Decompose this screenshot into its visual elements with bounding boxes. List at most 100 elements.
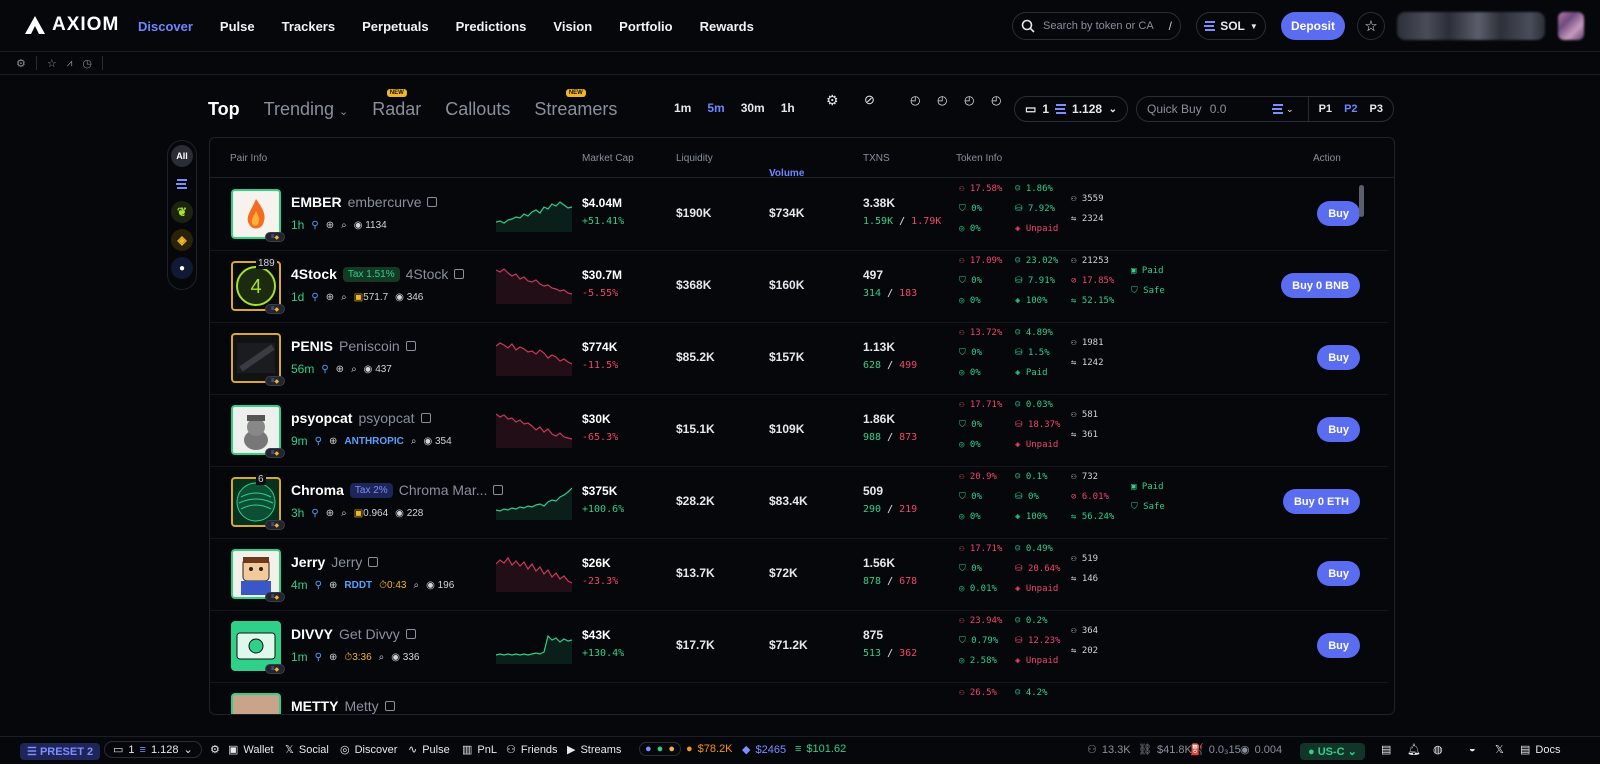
tab-streamers[interactable]: NEW Streamers bbox=[534, 89, 617, 120]
chevron-down-icon[interactable]: ⌄ bbox=[1286, 104, 1294, 115]
buy-button[interactable]: Buy bbox=[1317, 345, 1360, 370]
table-row[interactable]: ≡ ◆ 6 Chroma Tax 2% Chroma Mar... 3h ⚲ ⊕ ⌕ ▣0.964 ◉… bbox=[210, 466, 1388, 539]
nav-vision[interactable]: Vision bbox=[553, 19, 592, 34]
bell-icon[interactable]: 🔔︎ bbox=[1407, 743, 1421, 756]
nav-trackers[interactable]: Trackers bbox=[282, 19, 336, 34]
watchlist-button[interactable]: ☆ bbox=[1357, 12, 1385, 40]
notes-icon[interactable]: ▤ bbox=[1381, 743, 1391, 756]
bottom-link-wallet[interactable]: Wallet bbox=[243, 744, 273, 756]
bottom-link-discover[interactable]: Discover bbox=[355, 744, 398, 756]
profile-icon[interactable]: ⚲ bbox=[315, 436, 322, 447]
table-row[interactable]: ≡ ◆ DIVVY Get Divvy 1m ⚲ ⊕ ⏱3:36 ⌕ ◉ 336 $43K +130.… bbox=[210, 610, 1388, 683]
globe-icon[interactable]: ⊕ bbox=[336, 364, 344, 375]
scroll-thumb[interactable] bbox=[1359, 185, 1364, 217]
col-market-cap[interactable]: Market Cap bbox=[582, 153, 634, 164]
preset-p2[interactable]: P2 bbox=[1344, 103, 1357, 115]
table-row[interactable]: ≡ ◆ Jerry Jerry 4m ⚲ ⊕ RDDT ⏱0:43 ⌕ ◉ 196 $26K -23.3… bbox=[210, 538, 1388, 611]
timer-filter-icon[interactable]: ◴ bbox=[991, 93, 1001, 107]
x-icon[interactable]: 𝕏 bbox=[1495, 743, 1504, 756]
nav-pulse[interactable]: Pulse bbox=[220, 19, 255, 34]
filter-leaf[interactable]: ❦ bbox=[171, 201, 193, 223]
profile-icon[interactable]: ⚲ bbox=[311, 292, 318, 303]
chart-icon[interactable]: ⩘ bbox=[67, 58, 73, 69]
timer-filter-icon[interactable]: ◴ bbox=[910, 93, 920, 107]
profile-icon[interactable]: ⚲ bbox=[315, 652, 322, 663]
tab-callouts[interactable]: Callouts bbox=[445, 99, 510, 120]
tab-top[interactable]: Top bbox=[208, 99, 240, 120]
globe-icon[interactable]: ⊕ bbox=[326, 292, 334, 303]
search-icon[interactable]: ⌕ bbox=[379, 652, 385, 663]
buy-button[interactable]: Buy bbox=[1317, 417, 1360, 442]
wallet-selector[interactable]: ▭ 1 1.128 ⌄ bbox=[1014, 96, 1128, 122]
docs-link[interactable]: Docs bbox=[1535, 744, 1560, 756]
buy-button[interactable]: Buy bbox=[1317, 201, 1360, 226]
nav-rewards[interactable]: Rewards bbox=[700, 19, 754, 34]
copy-icon[interactable] bbox=[368, 557, 379, 567]
copy-icon[interactable] bbox=[405, 629, 416, 639]
bottom-link-streams[interactable]: Streams bbox=[580, 744, 621, 756]
axiom-logo[interactable]: AXIOM bbox=[24, 14, 119, 36]
copy-icon[interactable] bbox=[384, 701, 395, 711]
filter-solana[interactable] bbox=[171, 173, 193, 195]
search-icon[interactable]: ⌕ bbox=[411, 436, 417, 447]
filter-bnb[interactable]: ◈ bbox=[171, 229, 193, 251]
nav-portfolio[interactable]: Portfolio bbox=[619, 19, 672, 34]
settings-icon[interactable]: ⚙ bbox=[16, 57, 26, 70]
profile-icon[interactable]: ⚲ bbox=[315, 580, 322, 591]
avatar[interactable] bbox=[1558, 12, 1584, 40]
buy-button[interactable]: Buy bbox=[1317, 561, 1360, 586]
nav-discover[interactable]: Discover bbox=[138, 19, 193, 34]
timeframe-5m[interactable]: 5m bbox=[707, 101, 724, 115]
preset-button[interactable]: ☰ PRESET 2 bbox=[20, 743, 101, 760]
table-row[interactable]: ≡ ◆ PENIS Peniscoin 56m ⚲ ⊕ ⌕ ◉ 437 $774K -11.5% $8… bbox=[210, 322, 1388, 395]
copy-icon[interactable] bbox=[427, 197, 438, 207]
search-icon[interactable]: ⌕ bbox=[341, 220, 347, 231]
filter-all[interactable]: All bbox=[171, 145, 193, 167]
bottom-link-friends[interactable]: Friends bbox=[521, 744, 558, 756]
settings-icon[interactable]: ⚙ bbox=[210, 743, 220, 756]
quick-buy-input[interactable]: 0.0 bbox=[1210, 102, 1272, 116]
buy-button[interactable]: Buy 0 ETH bbox=[1282, 489, 1360, 514]
search-icon[interactable]: ⌕ bbox=[341, 508, 347, 519]
table-row[interactable]: ≡ ◆ psyopcat psyopcat 9m ⚲ ⊕ ANTHROPIC ⌕ ◉ 354 $30… bbox=[210, 394, 1388, 467]
table-row[interactable]: 4 ≡ ◆ 189 4Stock Tax 1.51% 4Stock 1d ⚲ ⊕ ⌕ ▣571.7 ◉ … bbox=[210, 250, 1388, 323]
col-liquidity[interactable]: Liquidity bbox=[676, 153, 713, 164]
globe-icon[interactable]: ⊕ bbox=[329, 436, 337, 447]
table-row[interactable]: ≡ ◆ EMBER embercurve 1h ⚲ ⊕ ⌕ ◉ 1134 $4.04M +51.41… bbox=[210, 178, 1388, 251]
table-row[interactable]: METTY Metty ⚇ 26.5% ☺ 4.2% bbox=[210, 682, 1388, 714]
discord-icon[interactable]: ◒ bbox=[1469, 743, 1476, 755]
settings-icon[interactable]: ⚙ bbox=[826, 92, 839, 109]
tab-trending[interactable]: Trending ⌄ bbox=[264, 99, 349, 120]
search-icon[interactable]: ⌕ bbox=[351, 364, 357, 375]
bottom-link-pulse[interactable]: Pulse bbox=[422, 744, 450, 756]
copy-icon[interactable] bbox=[454, 269, 465, 279]
preset-p3[interactable]: P3 bbox=[1370, 103, 1383, 115]
col-pair-info[interactable]: Pair Info bbox=[230, 153, 267, 164]
palette-icon[interactable]: ◍ bbox=[1433, 743, 1443, 756]
history-icon[interactable]: ◷ bbox=[82, 57, 92, 70]
profile-icon[interactable]: ⚲ bbox=[311, 220, 318, 231]
deposit-button[interactable]: Deposit bbox=[1281, 12, 1345, 40]
bottom-link-social[interactable]: Social bbox=[299, 744, 329, 756]
bottom-link-pnl[interactable]: PnL bbox=[477, 744, 497, 756]
chain-selector[interactable]: SOL ▼ bbox=[1196, 12, 1266, 40]
wallet-address[interactable] bbox=[1397, 12, 1545, 40]
star-icon[interactable]: ☆ bbox=[47, 57, 57, 70]
profile-icon[interactable]: ⚲ bbox=[311, 508, 318, 519]
copy-icon[interactable] bbox=[420, 413, 431, 423]
timeframe-1m[interactable]: 1m bbox=[674, 101, 691, 115]
search-input[interactable]: Search by token or CA / bbox=[1012, 12, 1181, 40]
buy-button[interactable]: Buy 0 BNB bbox=[1281, 273, 1360, 298]
copy-icon[interactable] bbox=[405, 341, 416, 351]
profile-icon[interactable]: ⚲ bbox=[321, 364, 328, 375]
tab-radar[interactable]: NEW Radar bbox=[372, 89, 421, 120]
eye-off-icon[interactable]: ⊘ bbox=[864, 92, 875, 108]
preset-p1[interactable]: P1 bbox=[1319, 103, 1332, 115]
nav-predictions[interactable]: Predictions bbox=[456, 19, 527, 34]
scrollbar[interactable] bbox=[1359, 179, 1364, 699]
quick-buy-field[interactable]: Quick Buy 0.0 ⌄ P1 P2 P3 bbox=[1136, 96, 1394, 122]
chain-dots[interactable]: ● ● ● bbox=[639, 742, 681, 756]
timer-filter-icon[interactable]: ◴ bbox=[937, 93, 947, 107]
globe-icon[interactable]: ⊕ bbox=[326, 508, 334, 519]
timeframe-1h[interactable]: 1h bbox=[781, 101, 795, 115]
